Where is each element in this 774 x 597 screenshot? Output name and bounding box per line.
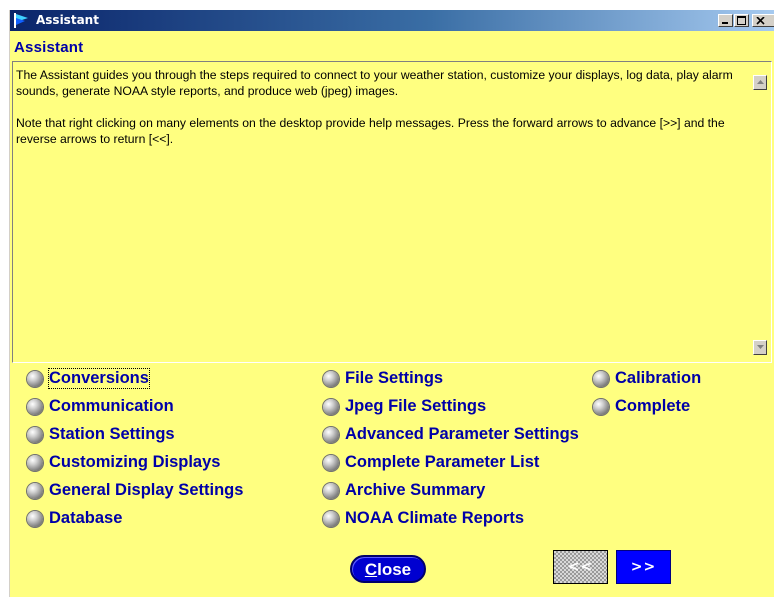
radio-bullet-icon bbox=[593, 399, 609, 415]
topic-jpeg-file-settings[interactable]: Jpeg File Settings bbox=[323, 396, 533, 418]
radio-bullet-icon bbox=[323, 511, 339, 527]
radio-bullet-icon bbox=[27, 399, 43, 415]
window-title: Assistant bbox=[36, 13, 99, 27]
title-bar[interactable]: Assistant bbox=[10, 10, 774, 31]
topic-advanced-parameter-settings[interactable]: Advanced Parameter Settings bbox=[323, 424, 643, 446]
scroll-down-button[interactable] bbox=[753, 340, 767, 355]
minimize-button[interactable] bbox=[718, 14, 733, 27]
topic-conversions[interactable]: Conversions bbox=[27, 368, 197, 390]
close-button-label: Close bbox=[364, 560, 412, 579]
topic-calibration[interactable]: Calibration bbox=[593, 368, 733, 390]
topic-label: Conversions bbox=[48, 368, 150, 389]
help-paragraph-1: The Assistant guides you through the ste… bbox=[16, 68, 733, 98]
radio-bullet-icon bbox=[323, 399, 339, 415]
radio-bullet-icon bbox=[323, 371, 339, 387]
topic-label: File Settings bbox=[345, 369, 444, 387]
radio-bullet-icon bbox=[27, 511, 43, 527]
radio-bullet-icon bbox=[27, 455, 43, 471]
radio-bullet-icon bbox=[323, 455, 339, 471]
topic-label: Archive Summary bbox=[345, 481, 486, 499]
topic-label: Customizing Displays bbox=[49, 453, 221, 471]
help-text: The Assistant guides you through the ste… bbox=[16, 67, 746, 163]
topic-label: Communication bbox=[49, 397, 174, 415]
topic-label: Station Settings bbox=[49, 425, 175, 443]
maximize-button[interactable] bbox=[734, 14, 749, 27]
arrow-up-icon bbox=[757, 80, 764, 84]
topic-complete[interactable]: Complete bbox=[593, 396, 723, 418]
assistant-window: Assistant Assistant The Assistant guides… bbox=[9, 10, 774, 597]
scroll-up-button[interactable] bbox=[753, 75, 767, 90]
topic-label: Complete bbox=[615, 397, 691, 415]
topic-label: NOAA Climate Reports bbox=[345, 509, 525, 527]
radio-bullet-icon bbox=[323, 427, 339, 443]
arrow-down-icon bbox=[757, 345, 764, 349]
radio-bullet-icon bbox=[323, 483, 339, 499]
radio-bullet-icon bbox=[593, 371, 609, 387]
topic-complete-parameter-list[interactable]: Complete Parameter List bbox=[323, 452, 623, 474]
topic-label: General Display Settings bbox=[49, 481, 244, 499]
topic-customizing-displays[interactable]: Customizing Displays bbox=[27, 452, 272, 474]
topic-communication[interactable]: Communication bbox=[27, 396, 217, 418]
topic-archive-summary[interactable]: Archive Summary bbox=[323, 480, 513, 502]
page-heading: Assistant bbox=[14, 39, 84, 56]
radio-bullet-icon bbox=[27, 371, 43, 387]
help-paragraph-2: Note that right clicking on many element… bbox=[16, 116, 725, 146]
forward-button-label: >> bbox=[630, 559, 657, 575]
weather-flag-icon bbox=[13, 12, 30, 29]
radio-bullet-icon bbox=[27, 483, 43, 499]
back-button[interactable]: << bbox=[553, 550, 608, 584]
radio-bullet-icon bbox=[27, 427, 43, 443]
topic-general-display-settings[interactable]: General Display Settings bbox=[27, 480, 302, 502]
topic-label: Jpeg File Settings bbox=[345, 397, 487, 415]
help-text-area[interactable]: The Assistant guides you through the ste… bbox=[12, 61, 772, 363]
topic-noaa-climate-reports[interactable]: NOAA Climate Reports bbox=[323, 508, 583, 530]
forward-button[interactable]: >> bbox=[616, 550, 671, 584]
topic-database[interactable]: Database bbox=[27, 508, 177, 530]
back-button-label: << bbox=[567, 559, 594, 575]
vertical-scrollbar[interactable] bbox=[751, 62, 771, 362]
topic-label: Database bbox=[49, 509, 123, 527]
topic-file-settings[interactable]: File Settings bbox=[323, 368, 473, 390]
topic-label: Advanced Parameter Settings bbox=[345, 425, 579, 443]
topic-station-settings[interactable]: Station Settings bbox=[27, 424, 217, 446]
close-icon bbox=[756, 17, 765, 25]
topic-label: Complete Parameter List bbox=[345, 453, 540, 471]
topic-label: Calibration bbox=[615, 369, 702, 387]
close-button[interactable]: Close bbox=[350, 555, 426, 583]
close-window-button[interactable] bbox=[752, 14, 774, 27]
